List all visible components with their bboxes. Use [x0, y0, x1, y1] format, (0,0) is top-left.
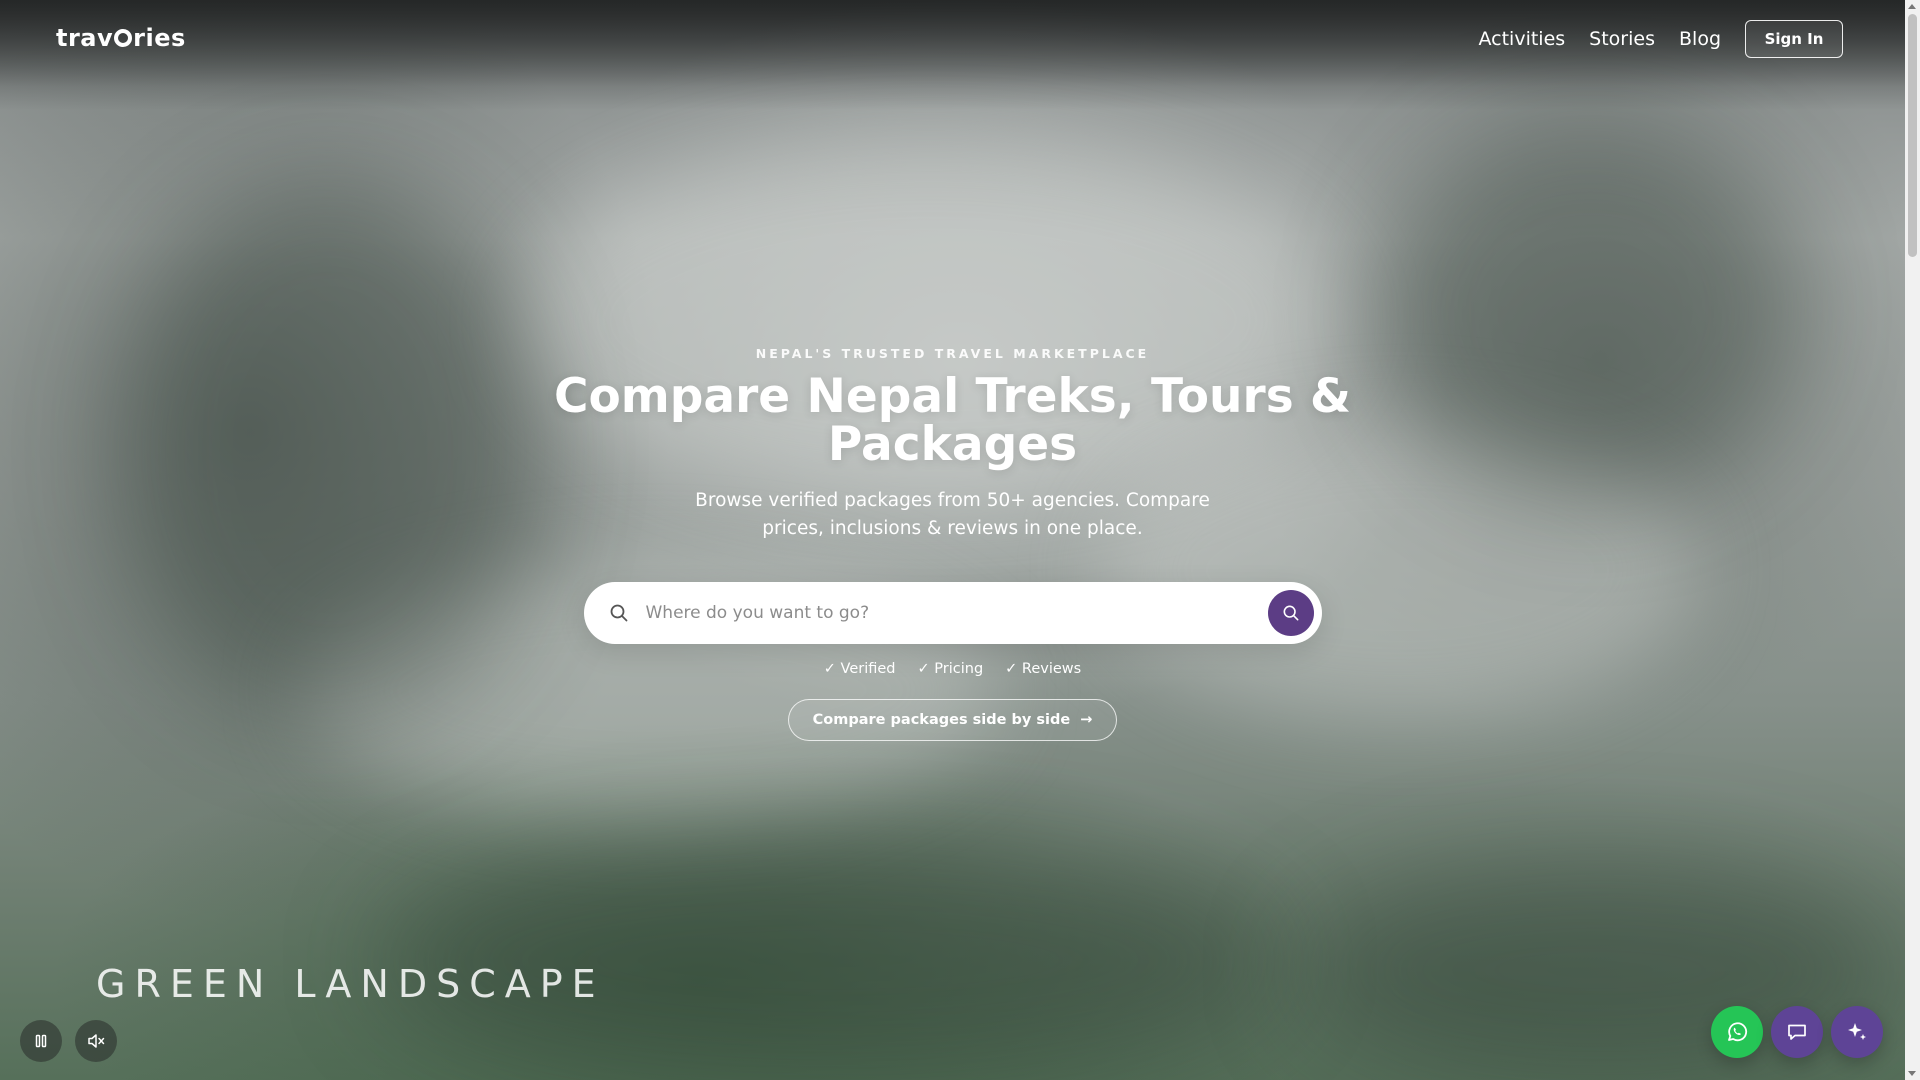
compare-packages-button[interactable]: Compare packages side by side → [787, 699, 1118, 741]
destination-search-bar [583, 582, 1322, 644]
compare-packages-label: Compare packages side by side [812, 712, 1071, 728]
scrollbar-thumb[interactable] [1908, 14, 1917, 257]
search-icon [608, 602, 630, 624]
hero-title: Compare Nepal Treks, Tours & Packages [553, 369, 1352, 472]
page-scrollbar[interactable] [1905, 0, 1920, 1080]
scroll-up-arrow-icon[interactable] [1908, 4, 1916, 9]
sparkle-icon [1848, 1023, 1866, 1040]
chat-button[interactable] [1771, 1006, 1823, 1058]
search-icon [1283, 605, 1298, 621]
arrow-right-icon: → [1080, 712, 1093, 728]
muted-speaker-icon [88, 1034, 105, 1048]
hero-subtitle: Browse verified packages from 50+ agenci… [695, 490, 1210, 539]
destination-search-input[interactable] [645, 603, 1268, 623]
whatsapp-icon [1728, 1022, 1748, 1042]
whatsapp-button[interactable] [1711, 1006, 1763, 1058]
ai-assistant-button[interactable] [1831, 1006, 1883, 1058]
pause-icon [35, 1034, 47, 1048]
search-submit-button[interactable] [1267, 590, 1314, 636]
video-mute-button[interactable] [75, 1020, 117, 1062]
chat-bubble-icon [1788, 1024, 1806, 1040]
check-pricing: ✓ Pricing [917, 661, 984, 677]
hero-eyebrow: NEPAL'S TRUSTED TRAVEL MARKETPLACE [755, 346, 1150, 361]
trust-checks: ✓ Verified ✓ Pricing ✓ Reviews [824, 661, 1081, 677]
check-reviews: ✓ Reviews [1005, 661, 1082, 677]
check-verified: ✓ Verified [823, 661, 896, 677]
video-pause-button[interactable] [20, 1020, 62, 1062]
video-caption: GREEN LANDSCAPE [96, 962, 605, 1006]
hero-section: NEPAL'S TRUSTED TRAVEL MARKETPLACE Compa… [0, 0, 1905, 1080]
scroll-down-arrow-icon[interactable] [1908, 1071, 1916, 1076]
